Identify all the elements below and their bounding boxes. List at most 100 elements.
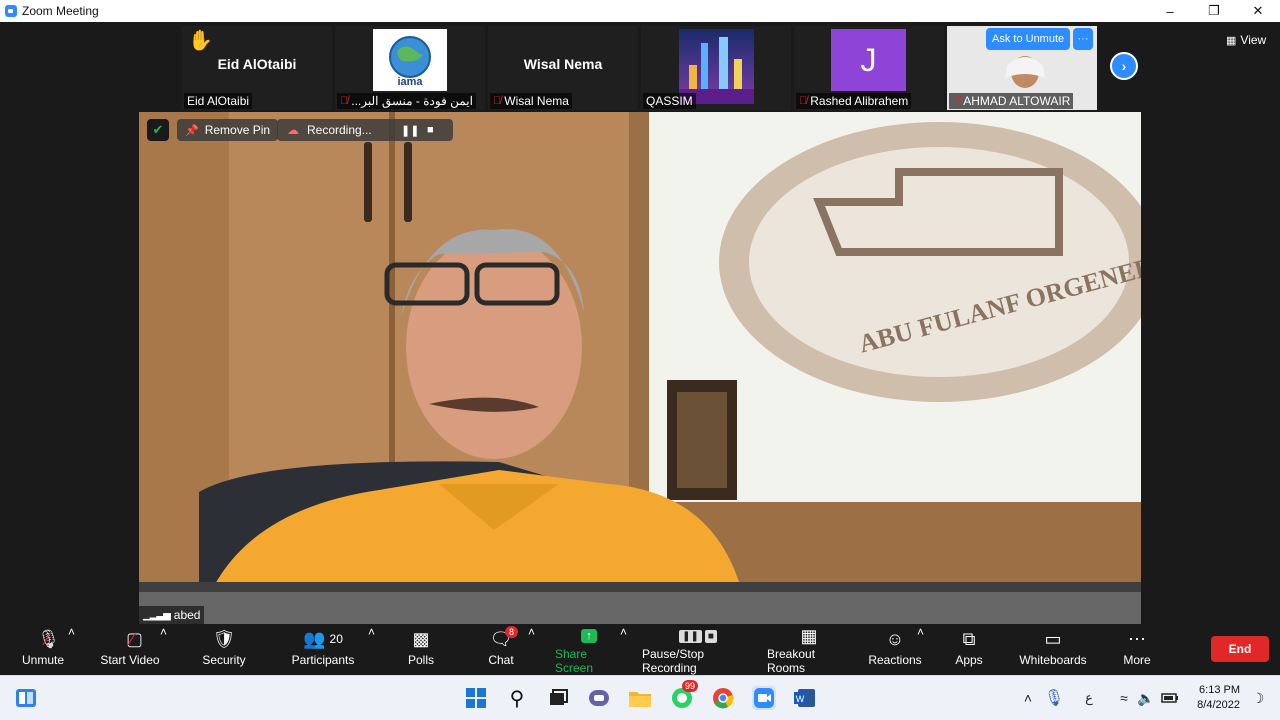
participant-label: Eid AlOtaibi [184,93,253,109]
recording-cloud-icon: ☁ [287,123,299,137]
participants-options-caret[interactable]: ˄ [368,625,375,675]
video-options-caret[interactable]: ˄ [160,625,167,675]
audio-options-caret[interactable]: ˄ [68,625,75,675]
microphone-icon[interactable]: 🎙 [1042,686,1066,710]
end-meeting-button[interactable]: End [1211,636,1269,662]
share-options-caret[interactable]: ˄ [620,625,627,675]
windows-start-icon[interactable] [464,686,488,710]
participant-label: QASSIM [643,93,696,109]
wifi-icon[interactable]: ≈ [1112,686,1136,710]
whiteboard-icon: ▭ [1044,628,1062,649]
mic-muted-icon: 🎙̸ [799,95,808,107]
whatsapp-icon[interactable]: 99 [670,680,699,710]
avatar: J [831,29,906,91]
encryption-badge[interactable]: ✔ [147,119,169,141]
participants-button[interactable]: 👥 20 Participants [290,625,356,675]
participant-label: 🎙̸ Wisal Nema [490,93,572,109]
speaker-label: ▁▂▃▅ abed [139,606,205,624]
participant-tile[interactable]: QASSIM [641,26,791,110]
title-bar: Zoom Meeting [0,0,1280,22]
chevron-right-icon: › [1121,58,1127,74]
participant-label: 🎙̸ AHMAD ALTOWAIR [949,93,1074,109]
ask-to-unmute-button[interactable]: Ask to Unmute [986,28,1071,50]
chat-label: Chat [488,653,514,667]
chat-badge: 8 [505,626,519,638]
participant-label-text: Eid AlOtaibi [187,94,250,108]
participant-label-text: AHMAD ALTOWAIR [963,94,1071,108]
mic-muted-icon: 🎙̸ [952,95,961,107]
chat-button[interactable]: 🗨 8 Chat [481,625,521,675]
unmute-button[interactable]: 🎙 ∕ Unmute [18,625,68,675]
mic-muted-icon: 🎙̸ [493,95,502,107]
remove-pin-button[interactable]: 📌 Remove Pin [177,119,279,141]
participants-icon: 👥 20 [303,628,343,649]
do-not-disturb-icon[interactable]: ☽ [1246,686,1270,710]
whiteboards-button[interactable]: ▭ Whiteboards [1019,625,1087,675]
view-button[interactable]: ▦ View [1226,33,1266,47]
shield-check-icon: ✔ [152,122,164,137]
widgets-icon[interactable] [14,686,38,710]
participants-count: 20 [329,632,343,646]
more-label: More [1123,653,1151,667]
unmute-label: Unmute [21,653,65,667]
share-screen-button[interactable]: ↑ Share Screen [555,625,623,675]
security-button[interactable]: 🛡 Security [199,625,249,675]
reactions-button[interactable]: ☺ Reactions [868,625,922,675]
more-button[interactable]: ⋯ More [1120,625,1154,675]
zoom-taskbar-icon[interactable] [752,686,776,710]
start-video-button[interactable]: ▢ ∕ Start Video [98,625,162,675]
task-view-icon[interactable] [546,686,570,710]
reactions-options-caret[interactable]: ˄ [917,625,924,675]
smiley-plus-icon: ☺ [885,628,905,649]
clock[interactable]: 6:13 PM 8/4/2022 [1188,683,1240,713]
teams-chat-icon[interactable] [587,686,611,710]
battery-icon[interactable] [1158,686,1182,710]
breakout-rooms-button[interactable]: ▦ Breakout Rooms [767,625,851,676]
more-options-button[interactable]: ··· [1073,28,1093,50]
whatsapp-badge: 99 [682,680,699,692]
mic-muted-icon: 🎙̸ [340,95,349,107]
polls-button[interactable]: ▩ Polls [401,625,441,675]
chat-options-caret[interactable]: ˄ [528,625,535,675]
participant-tile[interactable]: J 🎙̸ Rashed Alibrahem [794,26,944,110]
participant-label-text: Wisal Nema [504,94,569,108]
next-page-button[interactable]: › [1110,52,1138,80]
breakout-rooms-label: Breakout Rooms [767,647,816,675]
signal-strength-icon: ▁▂▃▅ [143,609,171,621]
file-explorer-icon[interactable] [628,686,652,710]
os-taskbar: ⚲ 99 W ˄ 🎙 ع ≈ 🔈 6:13 PM 8/4/2022 ☽ [0,675,1280,720]
pause-stop-recording-button[interactable]: ❚❚ ■ Pause/Stop Recording [642,625,754,675]
start-video-label: Start Video [100,653,160,667]
pause-stop-icon: ❚❚ ■ [679,625,717,647]
participant-tile[interactable]: ✋ Eid AlOtaibi Eid AlOtaibi [182,26,332,110]
participant-label-text: Rashed Alibrahem [810,94,909,108]
bar-chart-icon: ▩ [412,628,430,649]
participant-tile[interactable]: Wisal Nema 🎙̸ Wisal Nema [488,26,638,110]
search-icon[interactable]: ⚲ [505,686,529,710]
chrome-icon[interactable] [711,686,735,710]
participant-name: Eid AlOtaibi [217,56,297,72]
grid-view-icon: ▦ [1226,34,1237,47]
participant-tile[interactable]: Ask to Unmute ··· 🎙̸ AHMAD ALTOWAIR [947,26,1097,110]
chat-icon: 🗨 8 [490,625,519,653]
pause-recording-icon[interactable]: ❚❚ [401,124,419,137]
whiteboards-label: Whiteboards [1019,653,1087,667]
reactions-label: Reactions [868,653,922,667]
stop-recording-icon[interactable]: ■ [427,124,434,136]
window-title: Zoom Meeting [22,4,99,18]
close-button[interactable]: ✕ [1236,0,1280,22]
security-label: Security [202,653,246,667]
volume-icon[interactable]: 🔈 [1134,686,1158,710]
input-language[interactable]: ع [1077,686,1101,710]
restore-button[interactable]: ❐ [1192,0,1236,22]
apps-button[interactable]: ⧉ Apps [952,625,986,675]
minimize-button[interactable]: – [1148,0,1192,22]
video-off-icon: ▢ ∕ [125,628,143,649]
word-icon[interactable]: W [793,686,817,710]
raised-hand-icon: ✋ [188,30,213,52]
speaker-video-frame: ABU FULANF ORGENERAL [139,112,1141,624]
organization-logo: iama [373,29,447,91]
participant-tile[interactable]: iama 🎙̸ ...ايمن فودة - منسق البر [335,26,485,110]
share-screen-icon: ↑ [581,625,597,647]
show-hidden-icons-chevron[interactable]: ˄ [1016,686,1040,710]
